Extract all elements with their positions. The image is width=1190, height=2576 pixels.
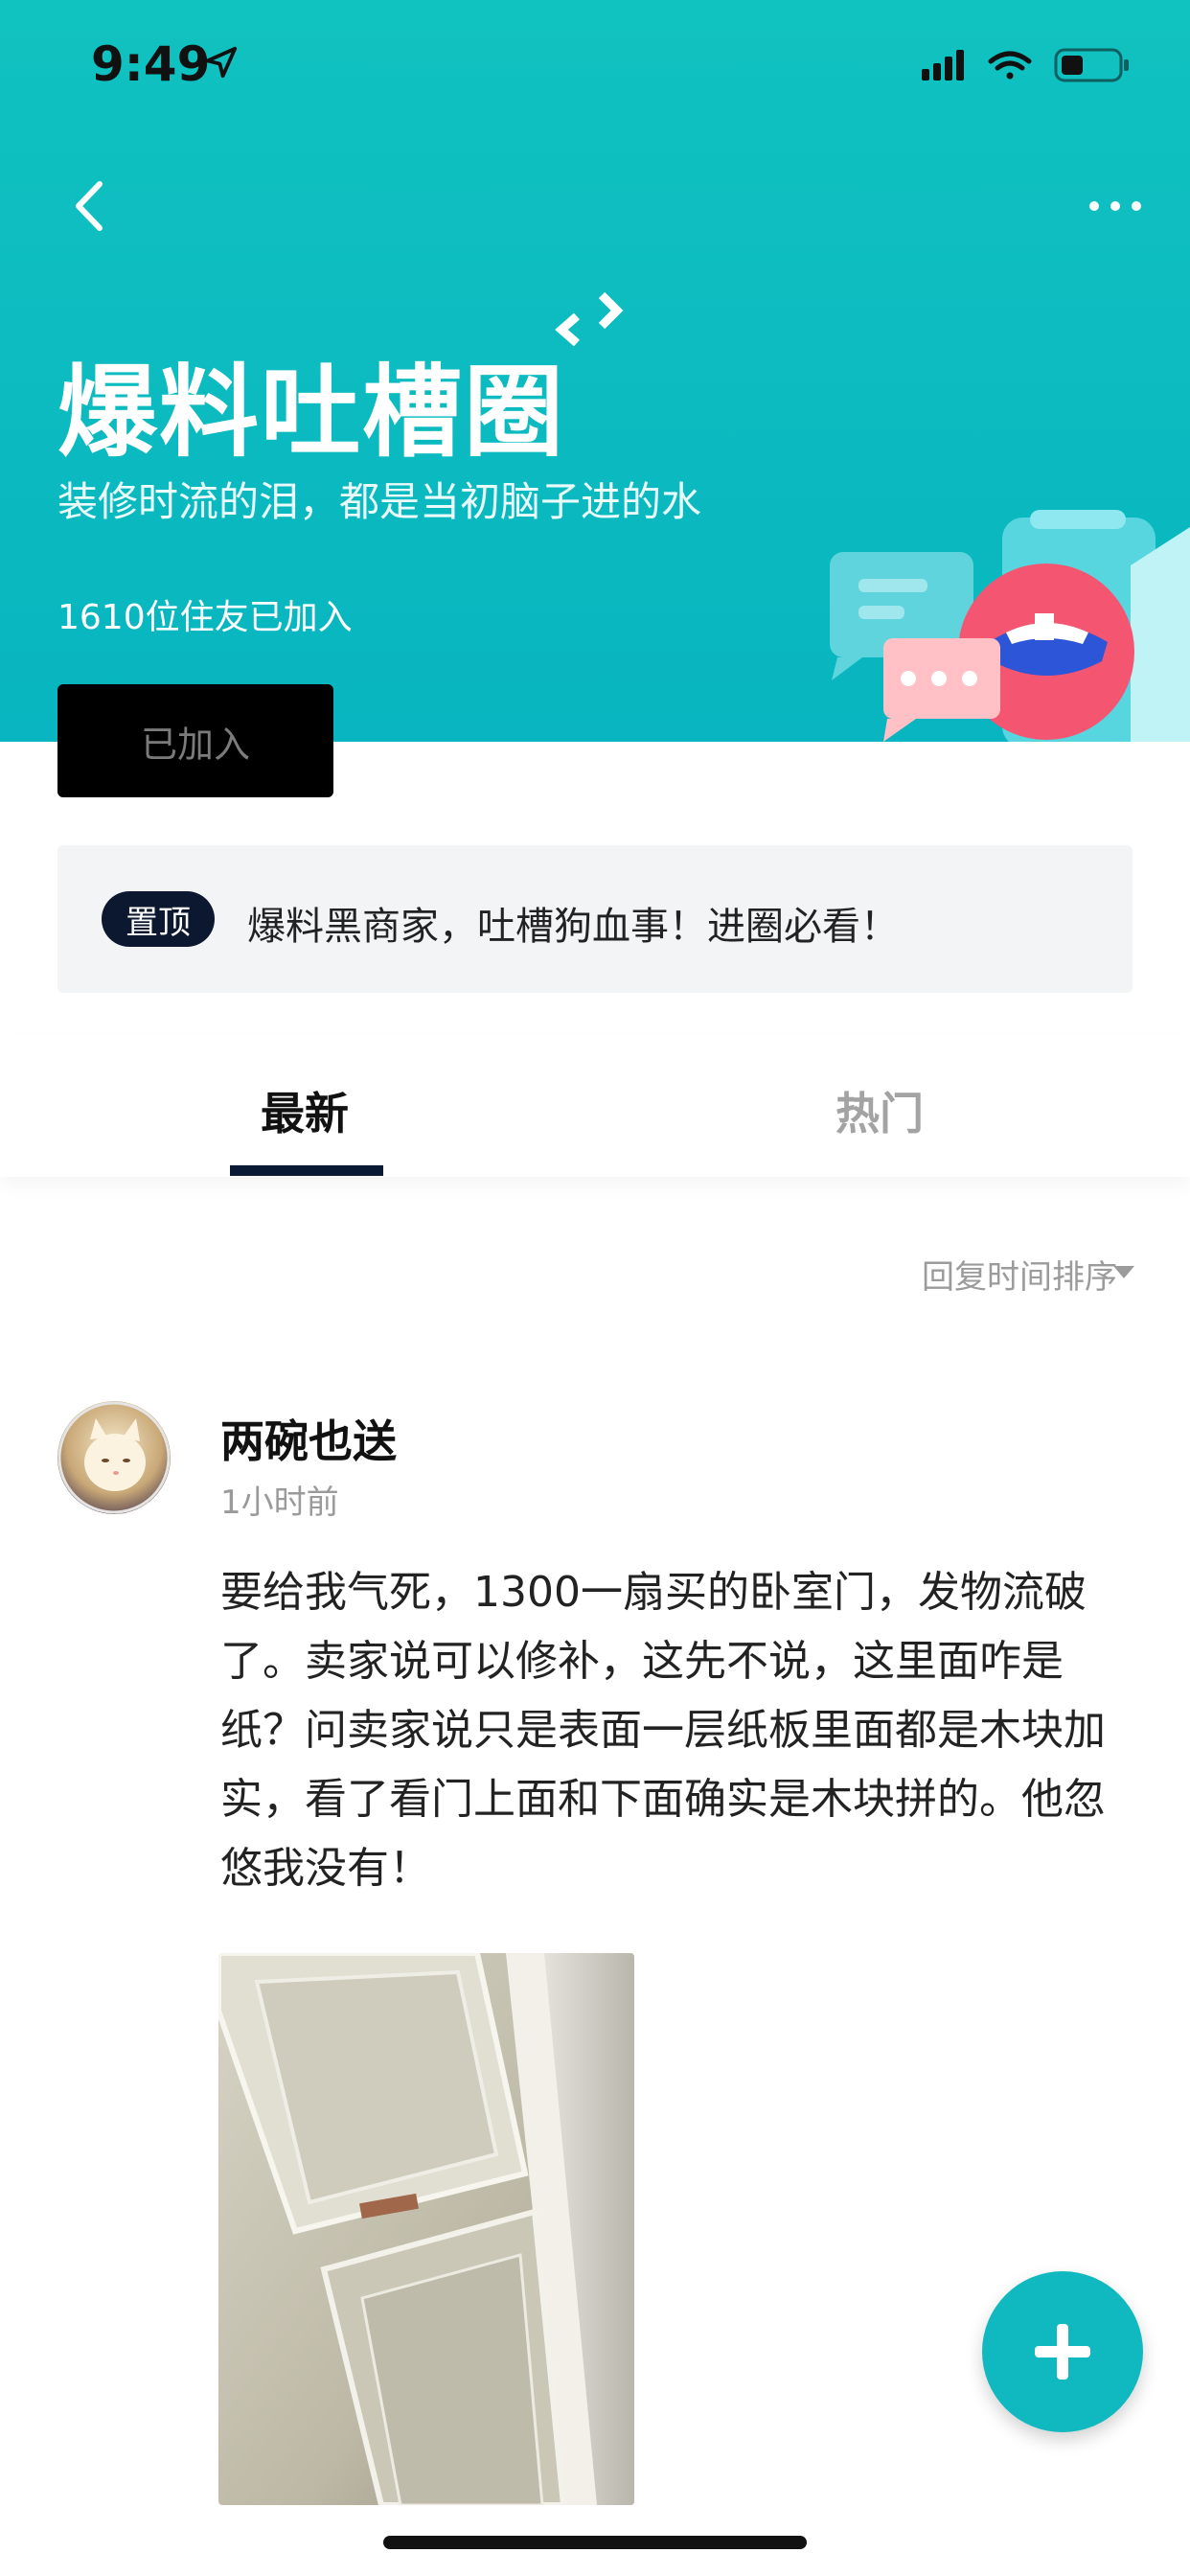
active-tab-indicator (230, 1165, 383, 1176)
member-count: 1610位住友已加入 (57, 598, 353, 637)
wifi-icon (988, 51, 1032, 80)
avatar-image (57, 1401, 171, 1514)
avatar[interactable] (57, 1401, 171, 1514)
door-photo (218, 1953, 634, 2505)
plus-icon (1035, 2324, 1090, 2380)
home-indicator[interactable] (383, 2536, 807, 2549)
tab-latest[interactable]: 最新 (261, 1079, 349, 1142)
back-chevron-icon[interactable] (57, 172, 125, 240)
more-options-icon[interactable] (1077, 177, 1154, 235)
status-icons (922, 48, 1129, 82)
circle-header: 9:49 爆料吐槽圈 装修时流的泪，都是当初脑子进的水 1610位住友已加入 (0, 0, 1190, 742)
joined-button[interactable]: 已加入 (57, 684, 333, 797)
caret-down-icon[interactable] (1113, 1266, 1134, 1279)
code-brackets-icon (555, 291, 624, 347)
post-text[interactable]: 要给我气死，1300一扇买的卧室门，发物流破了。卖家说可以修补，这先不说，这里面… (220, 1558, 1129, 1903)
circle-title: 爆料吐槽圈 (57, 354, 566, 471)
feed-tabs: 最新 热门 (0, 1035, 1190, 1177)
pinned-badge: 置顶 (102, 891, 215, 947)
sort-dropdown[interactable]: 回复时间排序 (922, 1251, 1117, 1298)
post-username[interactable]: 两碗也送 (220, 1407, 397, 1470)
location-arrow-icon (205, 46, 238, 79)
post-image[interactable] (218, 1953, 634, 2505)
create-post-button[interactable] (982, 2271, 1143, 2432)
pinned-text: 爆料黑商家，吐槽狗血事！进圈必看！ (247, 905, 899, 949)
tab-hot[interactable]: 热门 (835, 1079, 924, 1142)
cellular-signal-icon (922, 50, 964, 80)
pinned-post[interactable]: 置顶 爆料黑商家，吐槽狗血事！进圈必看！ (57, 845, 1133, 993)
post-time: 1小时前 (220, 1484, 339, 1522)
chat-illustration (830, 510, 1190, 742)
battery-icon (1054, 48, 1129, 82)
status-time: 9:49 (91, 36, 211, 92)
circle-subtitle: 装修时流的泪，都是当初脑子进的水 (57, 478, 702, 525)
